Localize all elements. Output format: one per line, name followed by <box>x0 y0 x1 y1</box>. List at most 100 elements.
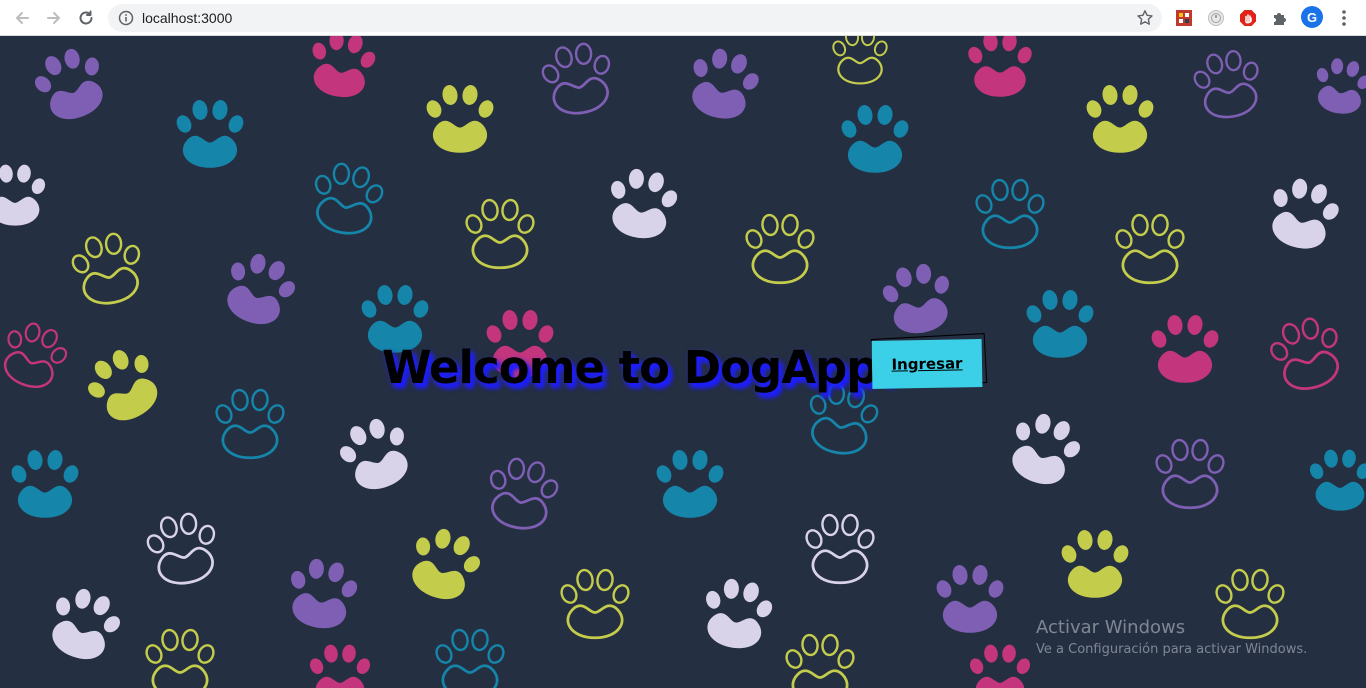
paw-toe <box>328 562 344 583</box>
paw-toe <box>24 322 41 343</box>
paw-toe <box>693 59 708 77</box>
puzzle-icon[interactable] <box>1270 8 1290 28</box>
paw-toe <box>1206 53 1224 75</box>
paw-print-7 <box>1086 85 1154 153</box>
paw-print-28 <box>4 322 68 388</box>
paw-toe <box>1292 178 1308 199</box>
info-icon[interactable] <box>118 10 134 26</box>
paw-pad <box>1203 82 1258 119</box>
paw-toe <box>84 57 99 76</box>
paw-toe <box>145 644 163 664</box>
forward-button[interactable] <box>41 5 67 31</box>
paw-pad <box>566 604 624 640</box>
paw-print-29 <box>88 350 158 421</box>
paw-toe <box>1171 438 1189 462</box>
paw-toe <box>75 588 91 609</box>
kebab-menu-icon[interactable] <box>1336 8 1352 28</box>
adblock-stop-icon[interactable] <box>1238 8 1258 28</box>
paw-toe <box>112 350 129 370</box>
paw-toe <box>1097 530 1113 550</box>
paw-toe <box>1138 100 1154 118</box>
paw-pad <box>942 600 998 633</box>
paw-toe <box>0 164 13 183</box>
paw-toe <box>952 565 968 585</box>
paw-toe <box>984 644 998 663</box>
paw-toe <box>832 40 847 57</box>
paw-toe <box>146 534 165 554</box>
paw-print-27 <box>1270 317 1340 390</box>
paw-toe <box>31 178 46 195</box>
paw-toe <box>991 178 1009 202</box>
paw-toe <box>612 584 630 604</box>
paw-toe <box>857 105 873 125</box>
paw-print-33 <box>656 450 724 518</box>
paw-pad <box>893 298 948 334</box>
paw-toe <box>560 584 578 604</box>
address-bar[interactable]: localhost:3000 <box>108 4 1162 32</box>
paw-print-38 <box>11 450 79 518</box>
paw-toe <box>1309 463 1324 480</box>
paw-print-53 <box>969 644 1031 688</box>
paw-toe <box>332 162 351 186</box>
paw-toe <box>350 426 367 446</box>
paw-print-26 <box>1151 315 1219 383</box>
paw-pad <box>441 664 499 688</box>
paw-toe <box>1242 61 1259 81</box>
paw-print-30 <box>215 388 285 460</box>
paw-pad <box>552 76 609 115</box>
paw-toe <box>365 184 384 204</box>
paw-toe <box>507 457 526 481</box>
paw-toe <box>278 281 296 298</box>
watermark-subtitle: Ve a Configuración para activar Windows. <box>1036 642 1308 657</box>
paw-toe <box>1151 213 1169 237</box>
paw-print-42 <box>560 568 630 640</box>
paw-toe <box>801 633 819 657</box>
paw-toe <box>176 115 192 133</box>
paw-print-18 <box>1272 178 1339 249</box>
paw-toe <box>844 36 860 47</box>
paw-toe <box>574 42 593 66</box>
paw-pad <box>837 56 883 85</box>
paw-toe <box>481 198 499 222</box>
paw-toe <box>611 180 626 199</box>
paw-toe <box>0 176 1 196</box>
paw-toe <box>369 418 385 439</box>
pixel-art-extension-icon[interactable] <box>1174 8 1194 28</box>
bookmark-star-icon[interactable] <box>1136 9 1154 27</box>
paw-toe <box>329 36 344 51</box>
paw-toe <box>1016 658 1031 675</box>
back-button[interactable] <box>9 5 35 31</box>
paw-print-35 <box>1012 413 1081 485</box>
reload-button[interactable] <box>73 5 99 31</box>
paw-toe <box>342 644 356 663</box>
paw-pad <box>975 676 1025 688</box>
paw-toe <box>1225 50 1242 72</box>
paw-toe <box>576 568 594 592</box>
paw-toe <box>34 76 52 93</box>
paw-toe <box>377 285 393 305</box>
paw-toe <box>785 649 803 669</box>
paw-print-4 <box>692 48 759 119</box>
paw-print-8 <box>1193 50 1259 119</box>
profile-avatar[interactable]: G <box>1301 6 1323 28</box>
paw-pad <box>1315 481 1365 511</box>
paw-toe <box>309 658 324 675</box>
paw-pad <box>1092 120 1148 153</box>
paw-pad <box>315 676 365 688</box>
clock-extension-icon[interactable] <box>1206 8 1226 28</box>
paw-toe <box>267 404 285 424</box>
paw-toe <box>708 465 724 483</box>
paw-print-41 <box>412 528 481 600</box>
url-text[interactable]: localhost:3000 <box>142 10 232 26</box>
paw-toe <box>134 354 149 373</box>
paw-pad <box>974 66 1026 97</box>
paw-toe <box>1342 449 1356 468</box>
paw-toe <box>435 528 451 549</box>
enter-button[interactable]: Ingresar <box>871 339 983 389</box>
paw-toe <box>416 537 431 556</box>
paw-pad <box>227 285 280 325</box>
paw-pad <box>612 203 667 239</box>
watermark-title: Activar Windows <box>1036 617 1186 638</box>
paw-toe <box>723 578 739 599</box>
paw-toe <box>181 628 199 652</box>
